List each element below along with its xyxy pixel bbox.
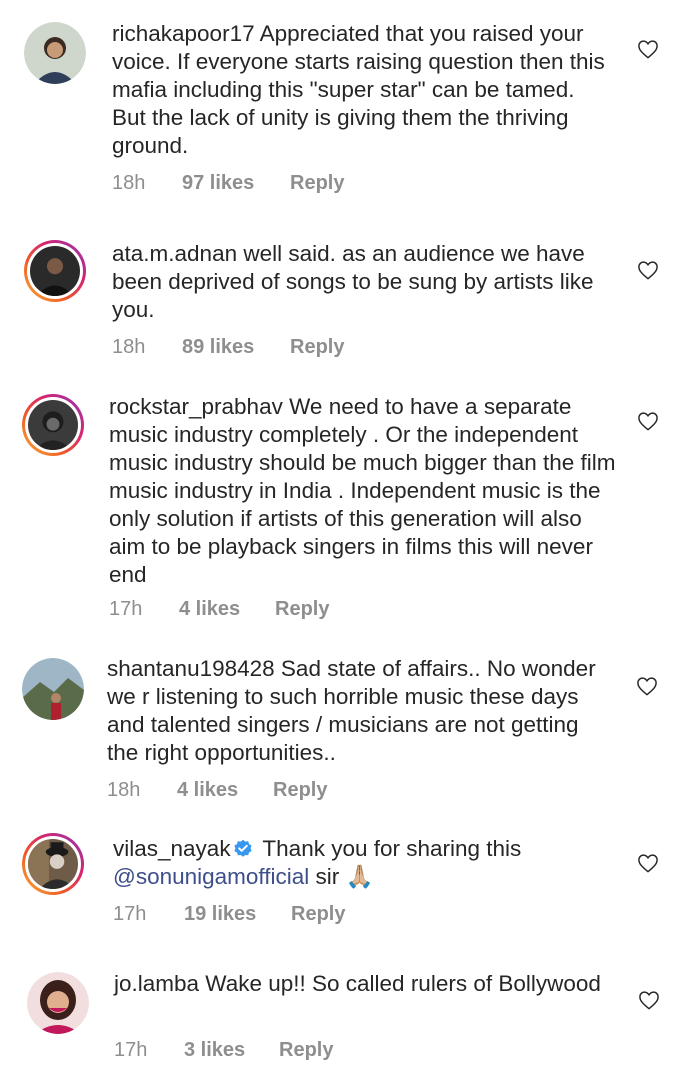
- avatar[interactable]: [22, 394, 84, 456]
- comment-text: vilas_nayak Thank you for sharing this @…: [113, 835, 623, 891]
- comment-time: 17h: [114, 1039, 148, 1061]
- comment-time: 18h: [112, 336, 146, 358]
- comment-username[interactable]: richakapoor17: [112, 21, 255, 46]
- avatar[interactable]: [22, 833, 84, 895]
- comment-time: 18h: [112, 172, 146, 194]
- comment-item: richakapoor17 Appreciated that you raise…: [0, 0, 696, 210]
- comment-username[interactable]: ata.m.adnan: [112, 241, 237, 266]
- comment-body-end: sir 🙏🏼: [309, 864, 374, 889]
- comment-text: jo.lamba Wake up!! So called rulers of B…: [114, 970, 614, 998]
- avatar[interactable]: [24, 240, 86, 302]
- comment-body: Wake up!! So called rulers of Bollywood: [199, 971, 601, 996]
- comment-likes[interactable]: 3 likes: [184, 1038, 245, 1062]
- heart-outline-icon[interactable]: [637, 260, 659, 280]
- comment-meta: 18h 89 likes Reply: [112, 335, 412, 359]
- comment-item: shantanu198428 Sad state of affairs.. No…: [0, 640, 696, 820]
- mention-link[interactable]: @sonunigamofficial: [113, 864, 309, 889]
- comment-username[interactable]: rockstar_prabhav: [109, 394, 283, 419]
- reply-button[interactable]: Reply: [290, 171, 344, 195]
- heart-outline-icon[interactable]: [637, 853, 659, 873]
- comment-item: ata.m.adnan well said. as an audience we…: [0, 210, 696, 380]
- reply-button[interactable]: Reply: [291, 902, 345, 926]
- reply-button[interactable]: Reply: [273, 778, 327, 802]
- comment-meta: 18h 97 likes Reply: [112, 171, 412, 195]
- heart-outline-icon[interactable]: [636, 676, 658, 696]
- comment-body: We need to have a separate music industr…: [109, 394, 616, 587]
- comment-item: rockstar_prabhav We need to have a separ…: [0, 380, 696, 640]
- avatar[interactable]: [24, 22, 86, 84]
- comment-likes[interactable]: 4 likes: [177, 778, 238, 802]
- reply-button[interactable]: Reply: [279, 1038, 333, 1062]
- comment-username[interactable]: shantanu198428: [107, 656, 275, 681]
- heart-outline-icon[interactable]: [638, 990, 660, 1010]
- verified-badge-icon: [233, 839, 252, 857]
- comment-text: rockstar_prabhav We need to have a separ…: [109, 393, 619, 589]
- comment-likes[interactable]: 4 likes: [179, 597, 240, 621]
- comment-meta: 17h 4 likes Reply: [109, 597, 409, 621]
- comment-text: ata.m.adnan well said. as an audience we…: [112, 240, 612, 324]
- heart-outline-icon[interactable]: [637, 411, 659, 431]
- comment-time: 18h: [107, 779, 141, 801]
- comment-item: vilas_nayak Thank you for sharing this @…: [0, 820, 696, 950]
- comment-meta: 17h 3 likes Reply: [114, 1038, 414, 1062]
- comment-meta: 18h 4 likes Reply: [107, 778, 407, 802]
- reply-button[interactable]: Reply: [275, 597, 329, 621]
- comment-likes[interactable]: 19 likes: [184, 902, 256, 926]
- avatar[interactable]: [22, 658, 84, 720]
- comment-meta: 17h 19 likes Reply: [113, 902, 413, 926]
- comment-text: shantanu198428 Sad state of affairs.. No…: [107, 655, 607, 767]
- comment-likes[interactable]: 89 likes: [182, 335, 254, 359]
- comment-text: richakapoor17 Appreciated that you raise…: [112, 20, 612, 160]
- comment-likes[interactable]: 97 likes: [182, 171, 254, 195]
- comment-time: 17h: [109, 598, 143, 620]
- comment-username[interactable]: jo.lamba: [114, 971, 199, 996]
- avatar[interactable]: [27, 972, 89, 1034]
- comment-username[interactable]: vilas_nayak: [113, 836, 231, 861]
- comment-item: jo.lamba Wake up!! So called rulers of B…: [0, 950, 696, 1078]
- comment-body: Thank you for sharing this: [256, 836, 522, 861]
- reply-button[interactable]: Reply: [290, 335, 344, 359]
- heart-outline-icon[interactable]: [637, 39, 659, 59]
- comment-time: 17h: [113, 903, 147, 925]
